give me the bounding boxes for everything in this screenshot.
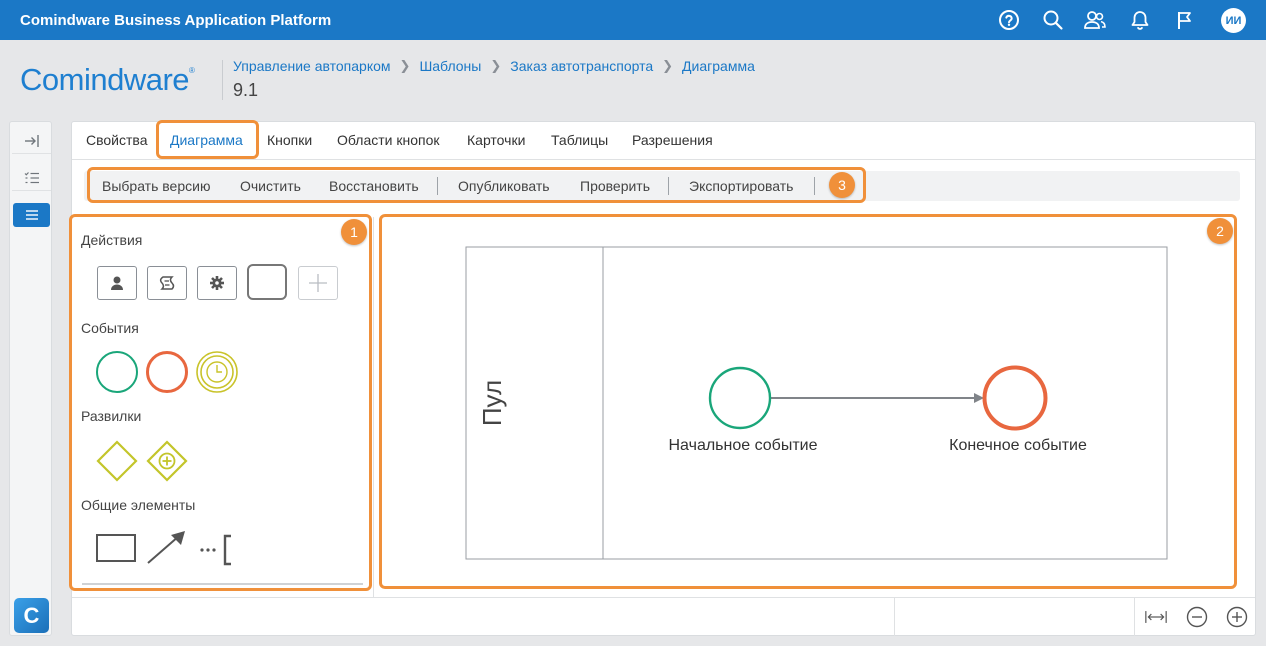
comindware-logo[interactable]: Comindware® — [20, 62, 195, 98]
zoom-in-button[interactable] — [1226, 606, 1248, 628]
checklist-icon — [24, 171, 39, 183]
highlight-tab-diagram — [156, 120, 259, 159]
flag-icon[interactable] — [1173, 8, 1197, 32]
breadcrumb-item-fleet[interactable]: Управление автопарком — [233, 58, 391, 74]
header-divider — [222, 60, 223, 100]
breadcrumb-item-templates[interactable]: Шаблоны — [419, 58, 481, 74]
page-version: 9.1 — [233, 80, 259, 100]
user-avatar[interactable]: ИИ — [1221, 8, 1246, 33]
status-divider — [1134, 598, 1135, 636]
help-icon[interactable] — [997, 8, 1021, 32]
bell-icon[interactable] — [1128, 8, 1152, 32]
highlight-toolbar — [87, 167, 866, 203]
checklist-button[interactable] — [12, 165, 51, 191]
top-bar: Comindware Business Application Platform… — [0, 0, 1266, 40]
breadcrumb-item-diagram[interactable]: Диаграмма — [682, 58, 755, 74]
menu-button[interactable] — [13, 203, 50, 227]
fit-to-width-button[interactable] — [1145, 606, 1167, 628]
zoom-out-icon — [1186, 606, 1208, 628]
chevron-right-icon: ❯ — [399, 58, 411, 73]
diagram-status-bar — [72, 597, 1255, 636]
breadcrumb: Управление автопарком ❯ Шаблоны ❯ Заказ … — [233, 58, 755, 74]
left-rail: C — [9, 121, 52, 636]
annotation-badge-3: 3 — [829, 172, 855, 198]
tab-button-areas[interactable]: Области кнопок — [337, 132, 440, 148]
fit-width-icon — [1145, 611, 1167, 623]
tab-tables[interactable]: Таблицы — [551, 132, 608, 148]
app-title: Comindware Business Application Platform — [20, 12, 332, 29]
tab-buttons[interactable]: Кнопки — [267, 132, 312, 148]
collapse-arrow-icon — [24, 134, 39, 147]
chevron-right-icon: ❯ — [490, 58, 502, 73]
users-icon[interactable] — [1083, 8, 1107, 32]
search-icon[interactable] — [1041, 8, 1065, 32]
tab-permissions[interactable]: Разрешения — [632, 132, 713, 148]
expand-panel-button[interactable] — [12, 128, 51, 154]
chevron-right-icon: ❯ — [662, 58, 674, 73]
annotation-badge-2: 2 — [1207, 218, 1233, 244]
tab-properties[interactable]: Свойства — [86, 132, 147, 148]
breadcrumb-item-order[interactable]: Заказ автотранспорта — [510, 58, 653, 74]
tab-cards[interactable]: Карточки — [467, 132, 525, 148]
zoom-in-icon — [1226, 606, 1248, 628]
zoom-out-button[interactable] — [1186, 606, 1208, 628]
logo-registered-mark: ® — [189, 66, 195, 75]
comindware-app-icon[interactable]: C — [14, 598, 49, 633]
highlight-palette — [69, 214, 372, 591]
hamburger-icon — [25, 210, 38, 220]
annotation-badge-1: 1 — [341, 219, 367, 245]
logo-text: Comindware — [20, 62, 190, 97]
highlight-canvas — [379, 214, 1237, 589]
status-divider — [894, 598, 895, 636]
